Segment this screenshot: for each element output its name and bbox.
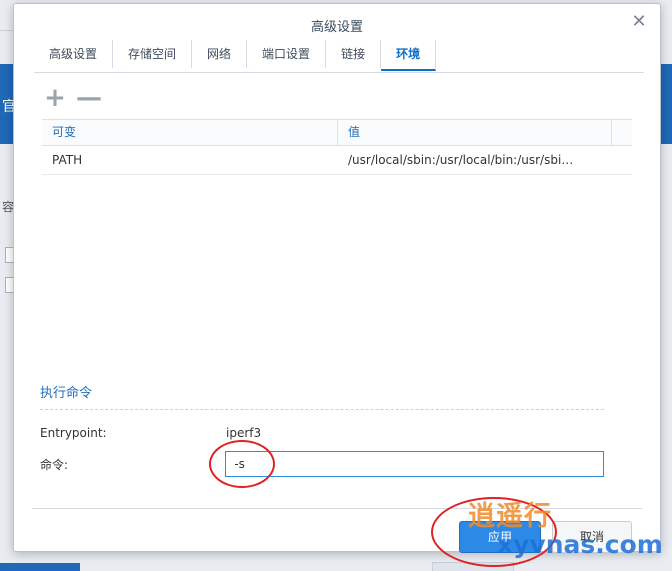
tab-port-settings[interactable]: 端口设置 xyxy=(247,40,327,68)
entrypoint-label: Entrypoint: xyxy=(40,426,107,440)
column-header-value[interactable]: 值 xyxy=(338,120,612,145)
tab-bar: 高级设置 存储空间 网络 端口设置 链接 环境 xyxy=(34,40,644,73)
environment-table: 可变 值 PATH /usr/local/sbin:/usr/local/bin… xyxy=(42,119,632,175)
advanced-settings-dialog: 高级设置 ✕ 高级设置 存储空间 网络 端口设置 链接 环境 + — 可变 值 … xyxy=(13,3,661,553)
execute-command-section: 执行命令 Entrypoint: iperf3 命令: xyxy=(40,382,604,477)
env-variable-cell: PATH xyxy=(52,153,83,167)
section-title: 执行命令 xyxy=(40,382,604,410)
command-label: 命令: xyxy=(40,457,69,472)
table-row[interactable]: PATH /usr/local/sbin:/usr/local/bin:/usr… xyxy=(42,146,632,175)
watermark-text: 逍遥行 xyxy=(468,501,552,532)
close-icon[interactable]: ✕ xyxy=(630,13,648,31)
env-value-cell: /usr/local/sbin:/usr/local/bin:/usr/sbi… xyxy=(348,153,574,167)
dialog-title-bar: 高级设置 ✕ xyxy=(14,4,660,40)
tab-network[interactable]: 网络 xyxy=(192,40,248,68)
table-header: 可变 值 xyxy=(42,119,632,146)
entrypoint-value: iperf3 xyxy=(226,426,262,440)
entrypoint-row: Entrypoint: iperf3 xyxy=(40,420,604,446)
tab-storage[interactable]: 存储空间 xyxy=(113,40,193,68)
background-divider xyxy=(0,30,14,31)
add-icon[interactable]: + xyxy=(42,85,68,111)
column-header-spacer xyxy=(612,120,632,145)
command-input[interactable] xyxy=(225,451,604,477)
tab-environment[interactable]: 环境 xyxy=(381,40,437,71)
tab-advanced-settings[interactable]: 高级设置 xyxy=(34,40,114,68)
column-header-variable[interactable]: 可变 xyxy=(42,120,338,145)
watermark-url: xyvnas.com xyxy=(497,530,663,559)
tab-links[interactable]: 链接 xyxy=(326,40,382,68)
background-app-banner-right xyxy=(660,64,672,144)
annotation-circle xyxy=(209,440,275,488)
dialog-title: 高级设置 xyxy=(310,20,363,35)
command-row: 命令: xyxy=(40,451,604,477)
env-toolbar: + — xyxy=(42,85,102,112)
background-button xyxy=(0,563,80,571)
remove-icon[interactable]: — xyxy=(76,85,102,111)
